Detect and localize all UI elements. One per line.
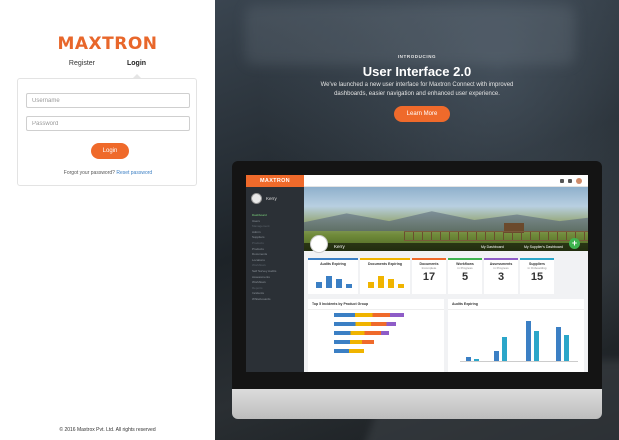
banner-mountains: [304, 211, 588, 231]
preview-username: Kerry: [266, 196, 277, 201]
preview-topbar: [304, 175, 588, 187]
dashboard-preview: MAXTRON Kerry Dashboard Users Management Ad…: [246, 175, 588, 372]
username-input[interactable]: [26, 93, 190, 108]
preview-top-icons: [560, 178, 582, 184]
stat-mini-bar: [346, 284, 352, 288]
stat-mini-bar: [368, 282, 374, 288]
stat-mini-bar: [336, 279, 342, 288]
incident-bar: [334, 349, 364, 353]
monitor-illustration: MAXTRON Kerry Dashboard Users Management Ad…: [232, 161, 602, 419]
audit-bar: [466, 357, 471, 361]
promo-headline: User Interface 2.0: [362, 64, 472, 79]
promo-panel: INTRODUCING User Interface 2.0 We've lau…: [215, 0, 619, 440]
reset-password-link[interactable]: Reset password: [116, 170, 152, 176]
audit-bar: [494, 351, 499, 361]
preview-nav-item: Whitebooards: [252, 296, 271, 301]
stat-value: 15: [530, 271, 544, 283]
preview-banner: [304, 187, 588, 251]
stat-mini-chart: [364, 274, 406, 288]
stat-value: 3: [497, 271, 505, 283]
audit-bar: [526, 321, 531, 361]
preview-sidebar: MAXTRON Kerry Dashboard Users Management Ad…: [246, 175, 304, 372]
stat-title: Audits Expiring: [320, 262, 346, 266]
incident-bar: [334, 322, 396, 326]
incidents-panel-title: Top 5 Incidents by Product Group: [308, 299, 444, 310]
incident-bar: [334, 331, 389, 335]
preview-stat-card: Documents Expiring: [360, 258, 410, 294]
stat-subtitle: in Progress: [493, 266, 509, 270]
password-input[interactable]: [26, 116, 190, 131]
audits-panel-title: Audits Expiring: [448, 299, 584, 310]
login-form: Login Forgot your password? Reset passwo…: [17, 78, 197, 186]
stat-value: 5: [461, 271, 469, 283]
audit-bar: [556, 327, 561, 361]
stat-title: Documents Expiring: [367, 262, 403, 266]
stat-mini-bar: [326, 276, 332, 288]
stat-mini-bar: [378, 276, 384, 288]
stat-mini-chart: [312, 274, 354, 288]
incidents-panel: Top 5 Incidents by Product Group: [308, 299, 444, 372]
preview-user: Kerry: [251, 193, 277, 204]
incidents-bars: [334, 313, 404, 358]
audits-panel: Audits Expiring: [448, 299, 584, 372]
tab-register[interactable]: Register: [69, 60, 95, 75]
audits-chart: [460, 316, 578, 362]
preview-stat-card: Suppliers in Onboarding 15: [520, 258, 554, 294]
banner-avatar: [310, 235, 328, 253]
stat-subtitle: in Progress: [457, 266, 473, 270]
banner-tab-my-dashboard: My Dashboard: [481, 245, 504, 249]
preview-avatar: [251, 193, 262, 204]
auth-tabs: Register Login: [0, 60, 215, 78]
audit-bar: [502, 337, 507, 361]
promo-eyebrow: INTRODUCING: [397, 54, 437, 59]
stat-mini-bar: [388, 279, 394, 288]
incident-bar: [334, 313, 404, 317]
preview-nav-item: Self Survey Audits: [252, 268, 277, 273]
stat-value: 17: [422, 271, 436, 283]
banner-tab-supplier-dashboard: My Supplier's Dashboard: [524, 245, 563, 249]
monitor-chin: [232, 389, 602, 419]
audit-bar: [474, 359, 479, 361]
profile-avatar: [576, 178, 582, 184]
forgot-password-row: Forgot your password? Reset password: [18, 170, 198, 176]
tab-login[interactable]: Login: [127, 60, 146, 78]
incident-bar: [334, 340, 374, 344]
stat-mini-bar: [316, 282, 322, 288]
login-panel: MAXTRON Register Login Login Forgot your…: [0, 0, 215, 440]
learn-more-button[interactable]: Learn More: [394, 106, 450, 122]
maxtron-logo: MAXTRON: [57, 34, 158, 54]
stat-subtitle: Incomplete: [421, 266, 437, 270]
stat-subtitle: in Onboarding: [527, 266, 547, 270]
preview-stat-card: Audits Expiring: [308, 258, 358, 294]
promo-subtext: We've launched a new user interface for …: [320, 82, 514, 97]
audit-bar: [564, 335, 569, 361]
forgot-password-text: Forgot your password?: [63, 170, 115, 176]
login-button[interactable]: Login: [91, 143, 129, 159]
preview-stat-card: Documents Incomplete 17: [412, 258, 446, 294]
user-icon: [568, 179, 572, 183]
preview-nav: Dashboard Users Management Admin Suppliers Pr…: [252, 213, 276, 303]
preview-stat-card: Assessments in Progress 3: [484, 258, 518, 294]
copyright-footer: © 2016 Maxtrox Pvt. Ltd. All rights rese…: [59, 427, 156, 433]
preview-logo: MAXTRON: [246, 175, 304, 187]
add-icon: +: [569, 238, 580, 249]
stat-mini-bar: [398, 284, 404, 288]
banner-fence: [404, 231, 588, 241]
audit-bar: [534, 331, 539, 361]
preview-stat-card: Workflows in Progress 5: [448, 258, 482, 294]
banner-username: Kerry: [334, 244, 345, 249]
mail-icon: [560, 179, 564, 183]
